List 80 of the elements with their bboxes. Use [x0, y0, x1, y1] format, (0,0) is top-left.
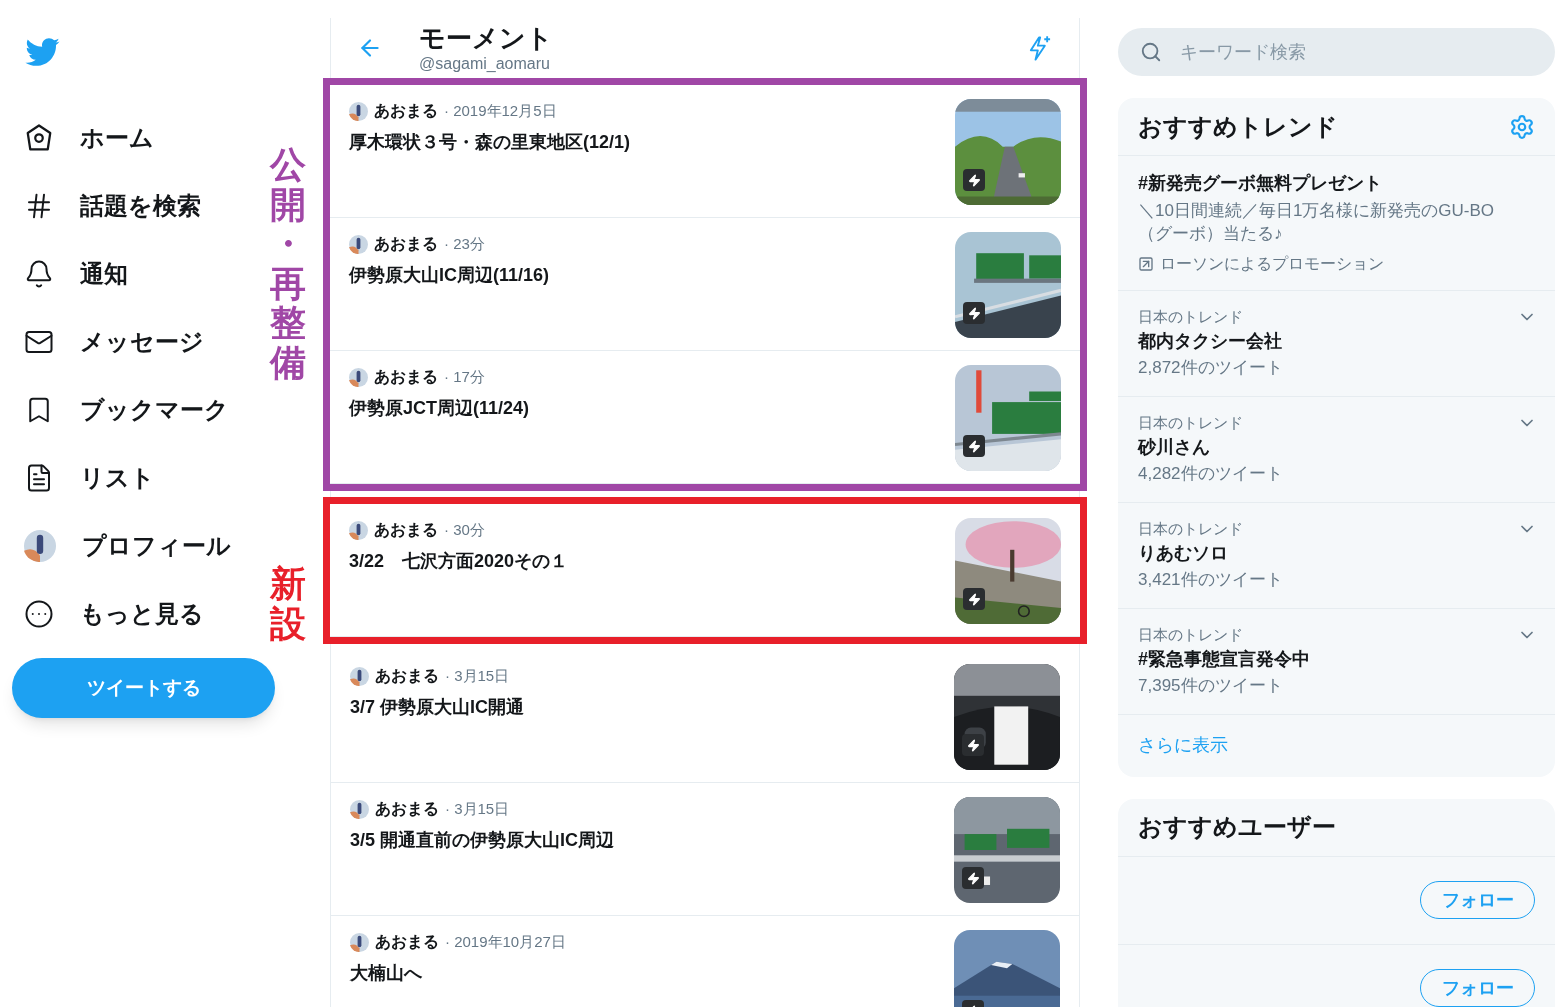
- moment-time: · 17分: [444, 366, 485, 387]
- nav-item[interactable]: 通知: [12, 240, 138, 308]
- moment-time: · 2019年12月5日: [444, 100, 557, 121]
- author-name: あおまる: [374, 234, 438, 254]
- author-name: あおまる: [374, 367, 438, 387]
- author-avatar: [350, 932, 369, 952]
- trend-context: 日本のトレンド: [1138, 412, 1243, 433]
- tweet-count: 3,421件のツイート: [1138, 569, 1284, 592]
- home-icon: [24, 123, 54, 153]
- author-avatar: [349, 520, 368, 540]
- page-title: モーメント: [419, 21, 553, 55]
- annotation-label: 公開・再整備: [270, 145, 306, 383]
- card-title: おすすめトレンド: [1138, 111, 1338, 142]
- nav-item[interactable]: リスト: [12, 444, 165, 512]
- nav-item[interactable]: ブックマーク: [12, 376, 239, 444]
- author-name: あおまる: [375, 932, 439, 952]
- trend-item[interactable]: 日本のトレンド #緊急事態宣言発令中 7,395件のツイート: [1118, 608, 1555, 715]
- card-title: おすすめユーザー: [1138, 812, 1336, 843]
- moment-time: · 30分: [444, 519, 485, 540]
- promoter-text: ローソンによるプロモーション: [1160, 253, 1384, 274]
- moment-title: 3/22 七沢方面2020その１: [349, 550, 569, 573]
- settings-icon[interactable]: [1509, 113, 1535, 140]
- lightning-icon: [963, 169, 985, 191]
- trend-title: #緊急事態宣言発令中: [1138, 648, 1311, 672]
- tweet-count: 2,872件のツイート: [1138, 357, 1284, 380]
- nav-item[interactable]: ホーム: [12, 104, 164, 172]
- moment-time: · 3月15日: [445, 665, 510, 686]
- profile-avatar: [24, 530, 56, 562]
- trend-title: りあむソロ: [1138, 542, 1229, 566]
- moment-item[interactable]: あおまる · 30分 3/22 七沢方面2020その１: [330, 504, 1080, 637]
- trend-context: 日本のトレンド: [1138, 624, 1243, 645]
- lightning-icon: [962, 867, 984, 889]
- lightning-icon: [963, 302, 985, 324]
- nav-item[interactable]: もっと見る: [12, 580, 214, 648]
- moment-time: · 23分: [444, 233, 485, 254]
- lightning-icon: [963, 588, 985, 610]
- author-name: あおまる: [375, 666, 439, 686]
- moment-title: 伊勢原大山IC周辺(11/16): [349, 264, 550, 287]
- trend-item[interactable]: 日本のトレンド りあむソロ 3,421件のツイート: [1118, 502, 1555, 609]
- author-name: あおまる: [374, 520, 438, 540]
- author-avatar: [349, 367, 368, 387]
- nav-item[interactable]: メッセージ: [12, 308, 214, 376]
- trend-context: 日本のトレンド: [1138, 306, 1243, 327]
- lightning-icon: [963, 435, 985, 457]
- moment-item[interactable]: あおまる · 23分 伊勢原大山IC周辺(11/16): [330, 218, 1080, 351]
- author-avatar: [349, 101, 368, 121]
- trend-title: 砂川さん: [1138, 436, 1211, 460]
- trend-item[interactable]: 日本のトレンド 砂川さん 4,282件のツイート: [1118, 396, 1555, 503]
- lightning-icon: [962, 734, 984, 756]
- trend-context: 日本のトレンド: [1138, 518, 1243, 539]
- moment-title: 伊勢原JCT周辺(11/24): [349, 397, 530, 420]
- search-field[interactable]: キーワード検索: [1118, 28, 1555, 76]
- author-name: あおまる: [375, 799, 439, 819]
- trend-item[interactable]: #新発売グーボ無料プレゼント ＼10日間連続／毎日1万名様に新発売のGU-BO（グーボ）当たる♪ ローソンによるプロモーション: [1118, 156, 1555, 291]
- nav-item[interactable]: 話題を検索: [12, 172, 211, 240]
- moment-title: 厚木環状３号・森の里東地区(12/1): [349, 131, 631, 154]
- bell-icon: [24, 259, 54, 289]
- author-avatar: [350, 666, 369, 686]
- author-avatar: [350, 799, 369, 819]
- moment-title: 大楠山へ: [350, 962, 423, 985]
- tweet-count: 4,282件のツイート: [1138, 463, 1284, 486]
- moment-time: · 2019年10月27日: [445, 931, 566, 952]
- author-avatar: [349, 234, 368, 254]
- trend-item[interactable]: 日本のトレンド 都内タクシー会社 2,872件のツイート: [1118, 290, 1555, 397]
- moment-time: · 3月15日: [445, 798, 510, 819]
- search-icon: [1140, 41, 1162, 63]
- user-handle: @sagami_aomaru: [419, 54, 551, 75]
- moment-title: 3/7 伊勢原大山IC開通: [350, 696, 525, 719]
- trend-title: 都内タクシー会社: [1138, 330, 1283, 354]
- nav-item[interactable]: プロフィール: [12, 512, 241, 580]
- author-name: あおまる: [374, 101, 438, 121]
- tweet-count: 7,395件のツイート: [1138, 675, 1284, 698]
- moment-item[interactable]: あおまる · 17分 伊勢原JCT周辺(11/24): [330, 351, 1080, 484]
- promoted-icon: [1138, 255, 1154, 272]
- trend-title: #新発売グーボ無料プレゼント: [1138, 172, 1383, 195]
- more-icon: [24, 599, 54, 629]
- trend-description: ＼10日間連続／毎日1万名様に新発売のGU-BO（グーボ）当たる♪: [1138, 200, 1496, 246]
- moment-item[interactable]: あおまる · 2019年12月5日 厚木環状３号・森の里東地区(12/1): [330, 85, 1080, 218]
- moment-title: 3/5 開通直前の伊勢原大山IC周辺: [350, 829, 615, 852]
- annotation-label: 新設: [270, 564, 306, 644]
